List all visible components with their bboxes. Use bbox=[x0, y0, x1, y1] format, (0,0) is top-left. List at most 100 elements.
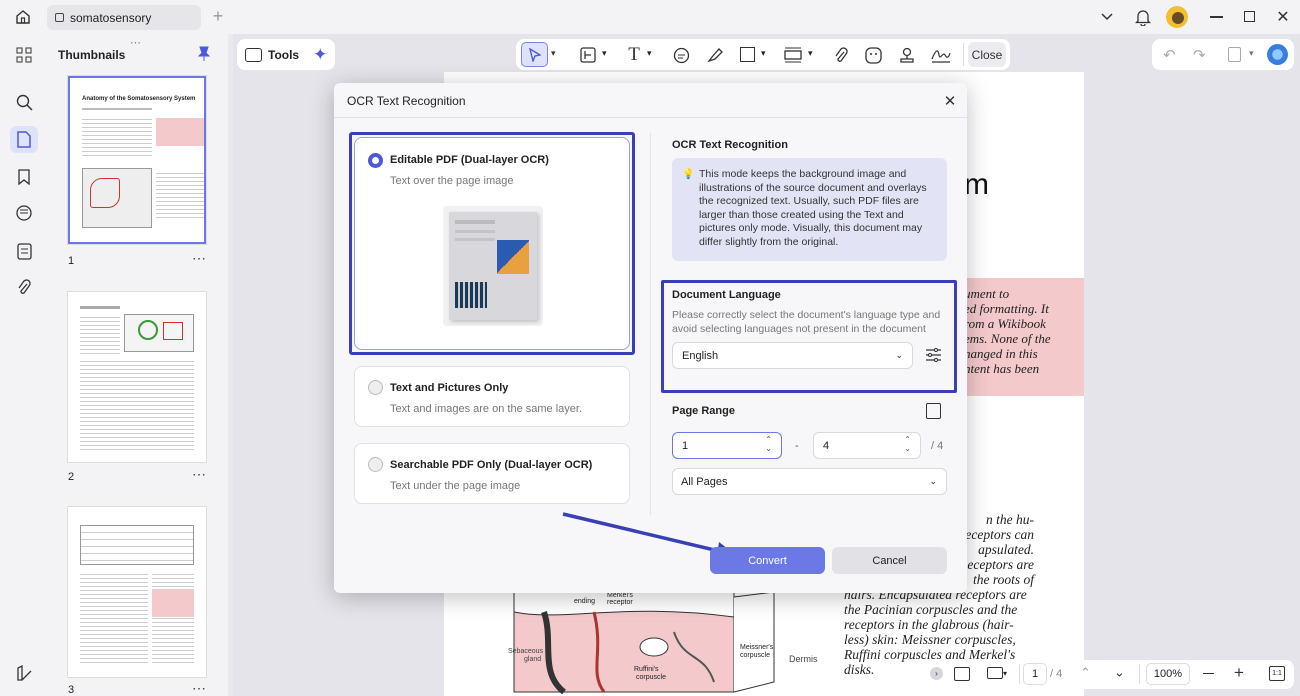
rectangle-shape-icon[interactable] bbox=[740, 47, 755, 62]
attachment-icon[interactable] bbox=[14, 278, 34, 298]
comment-bubble-icon[interactable] bbox=[671, 45, 691, 65]
thumbnail-page-2[interactable] bbox=[68, 292, 206, 462]
save-icon[interactable] bbox=[1228, 47, 1241, 62]
reading-mode-icon[interactable] bbox=[954, 667, 970, 681]
thumbnails-icon[interactable] bbox=[10, 126, 38, 153]
presentation-icon[interactable] bbox=[987, 667, 1003, 679]
ai-assistant-icon[interactable] bbox=[1267, 44, 1288, 65]
undo-icon[interactable]: ↶ bbox=[1163, 46, 1176, 64]
tools-group: Tools ✦ bbox=[237, 39, 335, 70]
language-settings-icon[interactable] bbox=[926, 348, 941, 362]
pink-line-1: ument to bbox=[964, 286, 1010, 301]
page-total: / 4 bbox=[1050, 668, 1063, 680]
info-box: 💡 This mode keeps the background image a… bbox=[672, 158, 947, 261]
option-2-label: Text and Pictures Only bbox=[390, 382, 509, 394]
select-cursor-icon[interactable] bbox=[521, 42, 548, 67]
paperclip-icon[interactable] bbox=[831, 45, 851, 65]
doc-heading-fragment: m bbox=[964, 168, 989, 201]
page-3-more-icon[interactable]: ⋯ bbox=[192, 680, 206, 696]
pin-icon[interactable] bbox=[197, 46, 211, 62]
presentation-dropdown-icon[interactable]: ▾ bbox=[1003, 669, 1007, 678]
panel-expand-icon[interactable]: › bbox=[930, 667, 943, 680]
dialog-close-icon[interactable]: ✕ bbox=[941, 92, 959, 110]
range-from-input[interactable]: 1 ⌃ ⌄ bbox=[672, 432, 782, 459]
stamp-bar-icon[interactable] bbox=[783, 45, 803, 65]
page-layers-icon[interactable] bbox=[14, 241, 34, 261]
current-page-input[interactable]: 1 bbox=[1023, 663, 1047, 685]
next-page-icon[interactable]: ⌃ bbox=[1114, 663, 1125, 679]
option-text-pictures[interactable]: Text and Pictures Only Text and images a… bbox=[354, 366, 630, 427]
stamp-bar-dropdown-icon[interactable]: ▾ bbox=[808, 48, 813, 59]
option-searchable-pdf[interactable]: Searchable PDF Only (Dual-layer OCR) Tex… bbox=[354, 443, 630, 504]
text-tool-dropdown-icon[interactable]: ▾ bbox=[647, 48, 652, 59]
page-1-more-icon[interactable]: ⋯ bbox=[192, 250, 206, 267]
ai-sparkle-icon[interactable]: ✦ bbox=[313, 45, 327, 65]
restore-icon[interactable] bbox=[1244, 11, 1255, 22]
language-select[interactable]: English ⌄ bbox=[672, 342, 913, 369]
home-icon[interactable] bbox=[12, 7, 34, 27]
thumbnail-page-3[interactable] bbox=[68, 507, 206, 677]
save-dropdown-icon[interactable]: ▾ bbox=[1249, 48, 1254, 59]
sidebar-bottom-icon[interactable] bbox=[14, 663, 34, 683]
fig-label-corpuscle: corpuscle bbox=[636, 674, 666, 681]
text-box-dropdown-icon[interactable]: ▾ bbox=[602, 48, 607, 59]
prev-page-icon[interactable]: ⌃ bbox=[1080, 665, 1091, 681]
page-number-2: 2 bbox=[68, 471, 75, 483]
thumbnail-page-1[interactable]: Anatomy of the Somatosensory System bbox=[68, 76, 206, 244]
fit-page-icon[interactable]: 1:1 bbox=[1269, 666, 1285, 681]
avatar[interactable] bbox=[1166, 6, 1188, 28]
radio-editable-pdf[interactable] bbox=[368, 153, 383, 168]
close-toolbar-button[interactable]: Close bbox=[968, 42, 1006, 67]
pink-line-3: rom a Wikibook bbox=[964, 316, 1046, 331]
chevron-down-icon[interactable] bbox=[1098, 8, 1116, 26]
range-mode-select[interactable]: All Pages ⌄ bbox=[672, 468, 947, 495]
page-2-more-icon[interactable]: ⋯ bbox=[192, 466, 206, 483]
left-rail bbox=[0, 34, 48, 696]
convert-button[interactable]: Convert bbox=[710, 547, 825, 574]
sticker-icon[interactable] bbox=[863, 45, 883, 65]
drag-handle-icon[interactable]: ⋯ bbox=[130, 36, 142, 49]
cancel-button[interactable]: Cancel bbox=[832, 547, 947, 574]
search-icon[interactable] bbox=[14, 92, 34, 112]
info-text: This mode keeps the background image and… bbox=[699, 168, 927, 248]
text-tool-icon[interactable]: T bbox=[624, 44, 644, 65]
comment-icon[interactable] bbox=[14, 203, 34, 223]
zoom-in-icon[interactable]: + bbox=[1234, 663, 1244, 683]
option-editable-pdf[interactable]: Editable PDF (Dual-layer OCR) Text over … bbox=[354, 137, 630, 350]
radio-text-pictures[interactable] bbox=[368, 380, 383, 395]
select-dropdown-icon[interactable]: ▾ bbox=[551, 48, 556, 59]
highlighter-icon[interactable] bbox=[705, 45, 725, 65]
page-number-1: 1 bbox=[68, 255, 75, 267]
stamp-icon[interactable] bbox=[897, 45, 917, 65]
tools-label[interactable]: Tools bbox=[268, 48, 299, 62]
shape-dropdown-icon[interactable]: ▾ bbox=[761, 48, 766, 59]
lightbulb-icon: 💡 bbox=[682, 169, 695, 180]
zoom-level[interactable]: 100% bbox=[1146, 663, 1190, 685]
bookmark-icon[interactable] bbox=[14, 167, 34, 187]
toolbox-icon[interactable] bbox=[245, 47, 262, 62]
range-to-input[interactable]: 4 ⌃ ⌄ bbox=[813, 432, 921, 459]
signature-icon[interactable] bbox=[930, 45, 952, 65]
minimize-icon[interactable] bbox=[1210, 16, 1223, 18]
pink-line-5: hanged in this bbox=[964, 346, 1038, 361]
dialog-divider bbox=[334, 117, 967, 118]
fig-label-ending: ending bbox=[574, 598, 596, 605]
zoom-out-icon[interactable] bbox=[1203, 673, 1214, 675]
range-to-stepper-icon[interactable]: ⌃ ⌄ bbox=[904, 435, 911, 453]
page-range-custom-icon[interactable] bbox=[926, 403, 941, 419]
pink-line-6: ntent has been bbox=[964, 361, 1040, 376]
option-1-label: Editable PDF (Dual-layer OCR) bbox=[390, 154, 549, 166]
redo-icon[interactable]: ↷ bbox=[1193, 46, 1206, 64]
tab-doc-icon bbox=[55, 13, 64, 22]
toolbar-divider bbox=[963, 43, 964, 66]
new-tab-plus-icon[interactable]: + bbox=[210, 6, 226, 26]
grid-apps-icon[interactable] bbox=[14, 45, 34, 65]
radio-searchable-pdf[interactable] bbox=[368, 457, 383, 472]
annotation-toolbar: ▾ ▾ T ▾ ▾ ▾ Close bbox=[516, 39, 1010, 70]
text-box-icon[interactable] bbox=[579, 46, 597, 64]
range-from-stepper-icon[interactable]: ⌃ ⌄ bbox=[765, 435, 772, 453]
bell-icon[interactable] bbox=[1133, 7, 1153, 27]
language-chevron-icon: ⌄ bbox=[895, 350, 903, 360]
document-tab[interactable]: somatosensory bbox=[47, 5, 201, 30]
close-window-icon[interactable]: ✕ bbox=[1274, 8, 1292, 26]
